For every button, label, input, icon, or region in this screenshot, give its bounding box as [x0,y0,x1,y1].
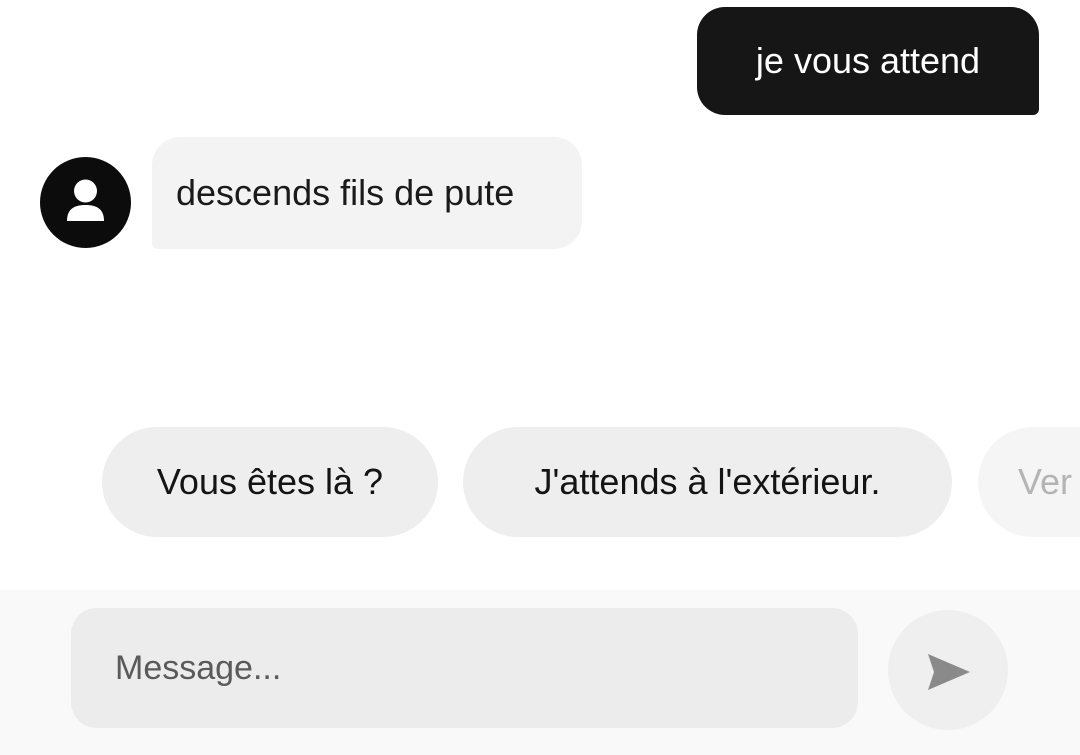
outgoing-message: je vous attend [697,7,1039,115]
send-icon [928,654,970,690]
quick-reply-chip[interactable]: J'attends à l'extérieur. [463,427,952,537]
incoming-message: descends fils de pute [152,137,582,249]
avatar[interactable] [40,157,131,248]
quick-reply-label: Vous êtes là ? [156,461,384,502]
quick-reply-label: J'attends à l'extérieur. [534,461,881,502]
quick-reply-label: Ver [1018,461,1073,502]
message-input[interactable] [71,608,858,728]
quick-reply-chip[interactable]: Ver [978,427,1080,537]
outgoing-message-text: je vous attend [755,40,981,81]
send-button[interactable] [888,610,1008,730]
user-icon [67,179,104,221]
incoming-message-text: descends fils de pute [176,172,515,213]
chat-screen: je vous attend descends fils de pute Vou… [0,0,1080,755]
quick-reply-chip[interactable]: Vous êtes là ? [102,427,438,537]
